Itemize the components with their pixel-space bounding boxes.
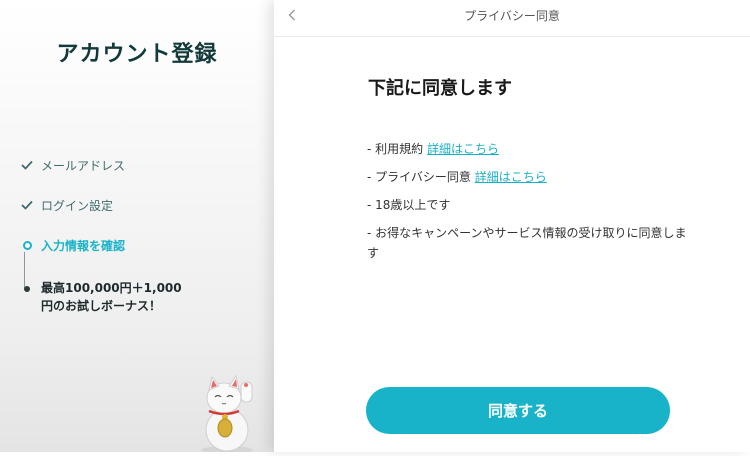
term-item-age: - 18歳以上です (367, 195, 697, 215)
privacy-consent-panel: プライバシー同意 下記に同意します - 利用規約 詳細はこちら - プライバシー… (274, 0, 750, 452)
step-label: ログイン設定 (41, 199, 114, 213)
pending-step-dot-icon (20, 282, 34, 296)
step-label: メールアドレス (41, 159, 126, 173)
step-label: 入力情報を確認 (41, 239, 126, 253)
term-item-terms-of-use: - 利用規約 詳細はこちら (367, 139, 697, 159)
term-text: - プライバシー同意 (367, 170, 475, 184)
top-bar: プライバシー同意 (274, 0, 750, 37)
term-text: - 18歳以上です (367, 198, 451, 212)
maneki-neko-cat-image (196, 372, 262, 456)
step-confirm-input: 入力情報を確認 (20, 238, 125, 255)
term-text: - お得なキャンペーンやサービス情報の受け取りに同意します (367, 226, 687, 260)
step-bonus: 最高100,000円＋1,000円のお試しボーナス！ (20, 279, 191, 315)
current-step-ring-icon (20, 238, 34, 252)
sidebar: アカウント登録 メールアドレス ログイン設定 入力情報を確認 最高100,000… (0, 0, 274, 454)
agree-button[interactable]: 同意する (366, 387, 670, 434)
step-label: 最高100,000円＋1,000円のお試しボーナス！ (41, 281, 182, 313)
sidebar-title: アカウント登録 (56, 42, 218, 67)
term-item-privacy: - プライバシー同意 詳細はこちら (367, 167, 697, 187)
consent-heading: 下記に同意します (368, 78, 512, 99)
terms-list: - 利用規約 詳細はこちら - プライバシー同意 詳細はこちら - 18歳以上で… (367, 139, 697, 271)
privacy-details-link[interactable]: 詳細はこちら (475, 170, 547, 184)
check-icon (20, 198, 34, 212)
check-icon (20, 158, 34, 172)
term-text: - 利用規約 (367, 142, 427, 156)
step-login-settings: ログイン設定 (20, 198, 113, 215)
term-item-campaign: - お得なキャンペーンやサービス情報の受け取りに同意します (367, 223, 697, 263)
page-title: プライバシー同意 (464, 9, 560, 23)
terms-of-use-details-link[interactable]: 詳細はこちら (427, 142, 499, 156)
step-email: メールアドレス (20, 158, 125, 175)
